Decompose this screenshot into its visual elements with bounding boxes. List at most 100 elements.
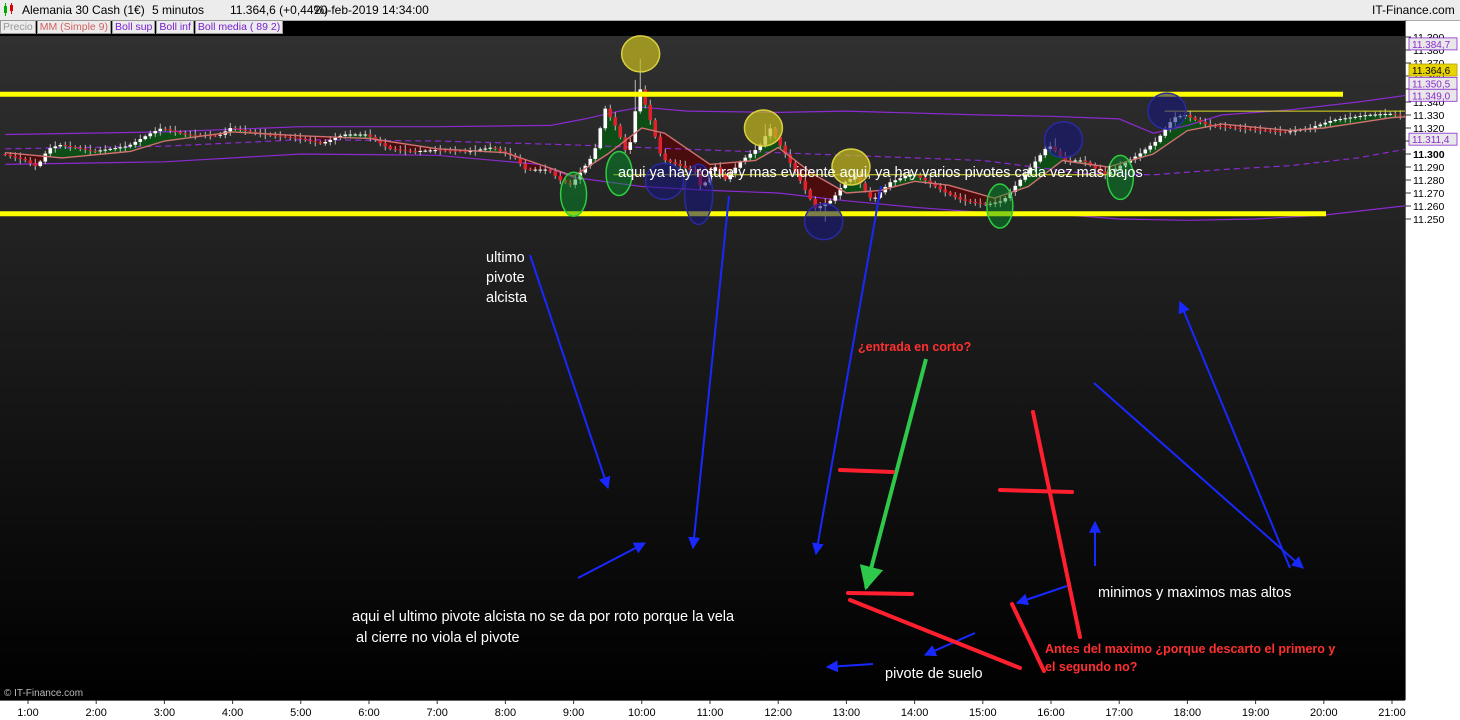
candle-bear (278, 135, 283, 137)
candle-bear (653, 120, 658, 137)
candle-bear (808, 189, 813, 200)
candle-bull (43, 153, 48, 162)
note-minimos: minimos y maximos mas altos (1098, 585, 1292, 601)
candle-bull (328, 139, 333, 142)
candle-bull (53, 146, 58, 149)
candle-bear (958, 197, 963, 200)
candle-bear (178, 131, 183, 134)
candle-bull (48, 148, 53, 154)
instrument-name: Alemania 30 Cash (1€) (22, 3, 145, 17)
copyright: © IT-Finance.com (4, 688, 84, 699)
candle-bear (403, 150, 408, 152)
candle-bull (128, 144, 133, 147)
candle-bear (248, 130, 253, 132)
candle-bull (158, 128, 163, 132)
candle-bull (103, 149, 108, 151)
candle-bear (183, 133, 188, 135)
candle-bull (1073, 160, 1078, 162)
legend-boll-inf[interactable]: Boll inf (156, 20, 194, 34)
candle-bull (433, 150, 438, 152)
candle-bull (118, 147, 123, 149)
legend-boll-sup[interactable]: Boll sup (112, 20, 156, 34)
red-mark (846, 591, 914, 596)
candle-bear (1198, 119, 1203, 123)
legend-boll-media[interactable]: Boll media ( 89 2) (194, 20, 284, 34)
candle-bear (1263, 130, 1268, 132)
candle-bear (1203, 122, 1208, 125)
candle-bull (1318, 124, 1323, 127)
candle-bull (483, 148, 488, 150)
provider-name: IT-Finance.com (1372, 3, 1455, 17)
candle-bear (663, 153, 668, 161)
pivot-circle-yellow (743, 109, 784, 147)
candle-bear (303, 138, 308, 140)
candle-bull (1323, 122, 1328, 125)
red-mark (838, 468, 895, 474)
candle-bear (368, 134, 373, 137)
candle-bear (233, 128, 238, 130)
pivot-circle-yellow (620, 35, 661, 73)
candle-bear (93, 150, 98, 152)
candle-bear (553, 171, 558, 176)
candle-bear (213, 135, 218, 137)
note-ultimo-2: pivote (486, 270, 525, 286)
candle-bull (478, 149, 483, 151)
candle-bear (973, 202, 978, 204)
candle-bull (58, 145, 63, 147)
candle-bear (3, 154, 8, 155)
candle-bull (1368, 114, 1373, 116)
candle-bear (293, 137, 298, 139)
candle-bear (23, 159, 28, 161)
candle-bull (98, 150, 103, 152)
candle-bear (463, 151, 468, 153)
candle-bear (1393, 113, 1398, 115)
candle-bear (318, 142, 323, 144)
candle-bull (1288, 131, 1293, 133)
timeframe[interactable]: 5 minutos (152, 3, 204, 17)
candle-bull (138, 139, 143, 142)
candle-bull (1143, 149, 1148, 154)
candle-bear (948, 192, 953, 195)
candle-bull (603, 108, 608, 129)
candle-bear (608, 108, 613, 118)
candle-bull (38, 161, 43, 167)
candle-bull (333, 137, 338, 140)
candle-bull (873, 197, 878, 199)
candle-bear (408, 150, 413, 152)
candle-bull (1373, 114, 1378, 116)
candle-bear (383, 143, 388, 147)
candle-bull (1138, 153, 1143, 157)
time-axis-background (0, 700, 1460, 720)
candle-bear (938, 186, 943, 190)
candle-bull (1383, 113, 1388, 115)
candle-bull (1363, 115, 1368, 117)
candle-bull (543, 169, 548, 171)
candle-bull (348, 134, 353, 136)
candle-bear (968, 201, 973, 203)
candle-bull (133, 141, 138, 145)
candle-bear (498, 148, 503, 151)
candle-bull (423, 150, 428, 152)
candle-bull (343, 134, 348, 136)
chart-header: Alemania 30 Cash (1€) 5 minutos 11.364,6… (0, 0, 1460, 21)
candle-bear (1278, 131, 1283, 133)
legend-precio[interactable]: Precio (0, 20, 36, 34)
candle-bear (458, 150, 463, 152)
candle-bear (978, 202, 983, 204)
candle-bear (963, 199, 968, 202)
candle-bear (68, 145, 73, 147)
candle-bull (1343, 118, 1348, 120)
candle-bear (88, 149, 93, 151)
candle-bear (168, 128, 173, 131)
candle-bull (1328, 121, 1333, 123)
candlestick-icon (3, 3, 15, 19)
candle-bull (218, 134, 223, 136)
candle-bear (1273, 130, 1278, 132)
candle-bull (1153, 141, 1158, 146)
candle-bull (123, 146, 128, 148)
candle-bear (78, 147, 83, 149)
candle-bear (63, 145, 68, 147)
candle-bear (8, 154, 13, 157)
candle-bull (533, 169, 538, 171)
legend-mm[interactable]: MM (Simple 9) (36, 20, 112, 34)
